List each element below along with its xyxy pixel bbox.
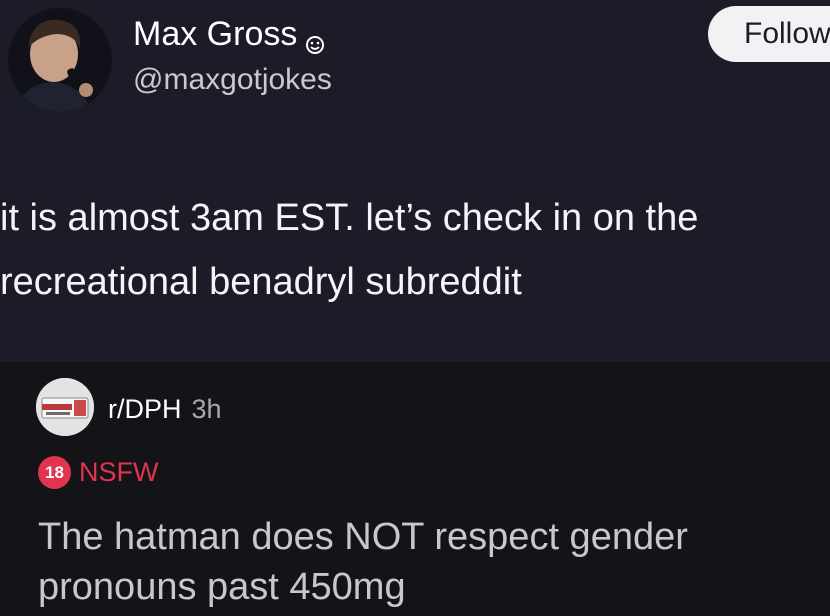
tweet-header: Max Gross @maxgotjokes Follow [0,0,830,130]
author-avatar[interactable] [8,8,112,112]
author-handle[interactable]: @maxgotjokes [133,62,332,98]
pill-box-icon [36,378,94,436]
nsfw-tag: 18 NSFW [38,456,158,489]
age-18-badge: 18 [38,456,71,489]
smiley-emoji-icon [305,24,325,54]
post-title[interactable]: The hatman does NOT respect gender prono… [38,512,830,612]
person-with-microphone-icon [8,8,112,112]
post-title-line: pronouns past 450mg [38,566,406,608]
post-title-line: The hatman does NOT respect gender [38,516,688,558]
follow-button[interactable]: Follow [708,6,830,62]
tweet-text: it is almost 3am EST. let’s check in on … [0,186,830,314]
tweet-text-line: recreational benadryl subreddit [0,261,522,303]
author-display-name[interactable]: Max Gross [133,14,325,54]
post-time: 3h [191,394,222,424]
nsfw-label: NSFW [79,457,159,487]
tweet-text-line: it is almost 3am EST. let’s check in on … [0,197,699,239]
display-name-text: Max Gross [133,15,298,53]
subreddit-meta: r/DPH 3h [108,392,222,426]
subreddit-name[interactable]: r/DPH [108,394,182,424]
